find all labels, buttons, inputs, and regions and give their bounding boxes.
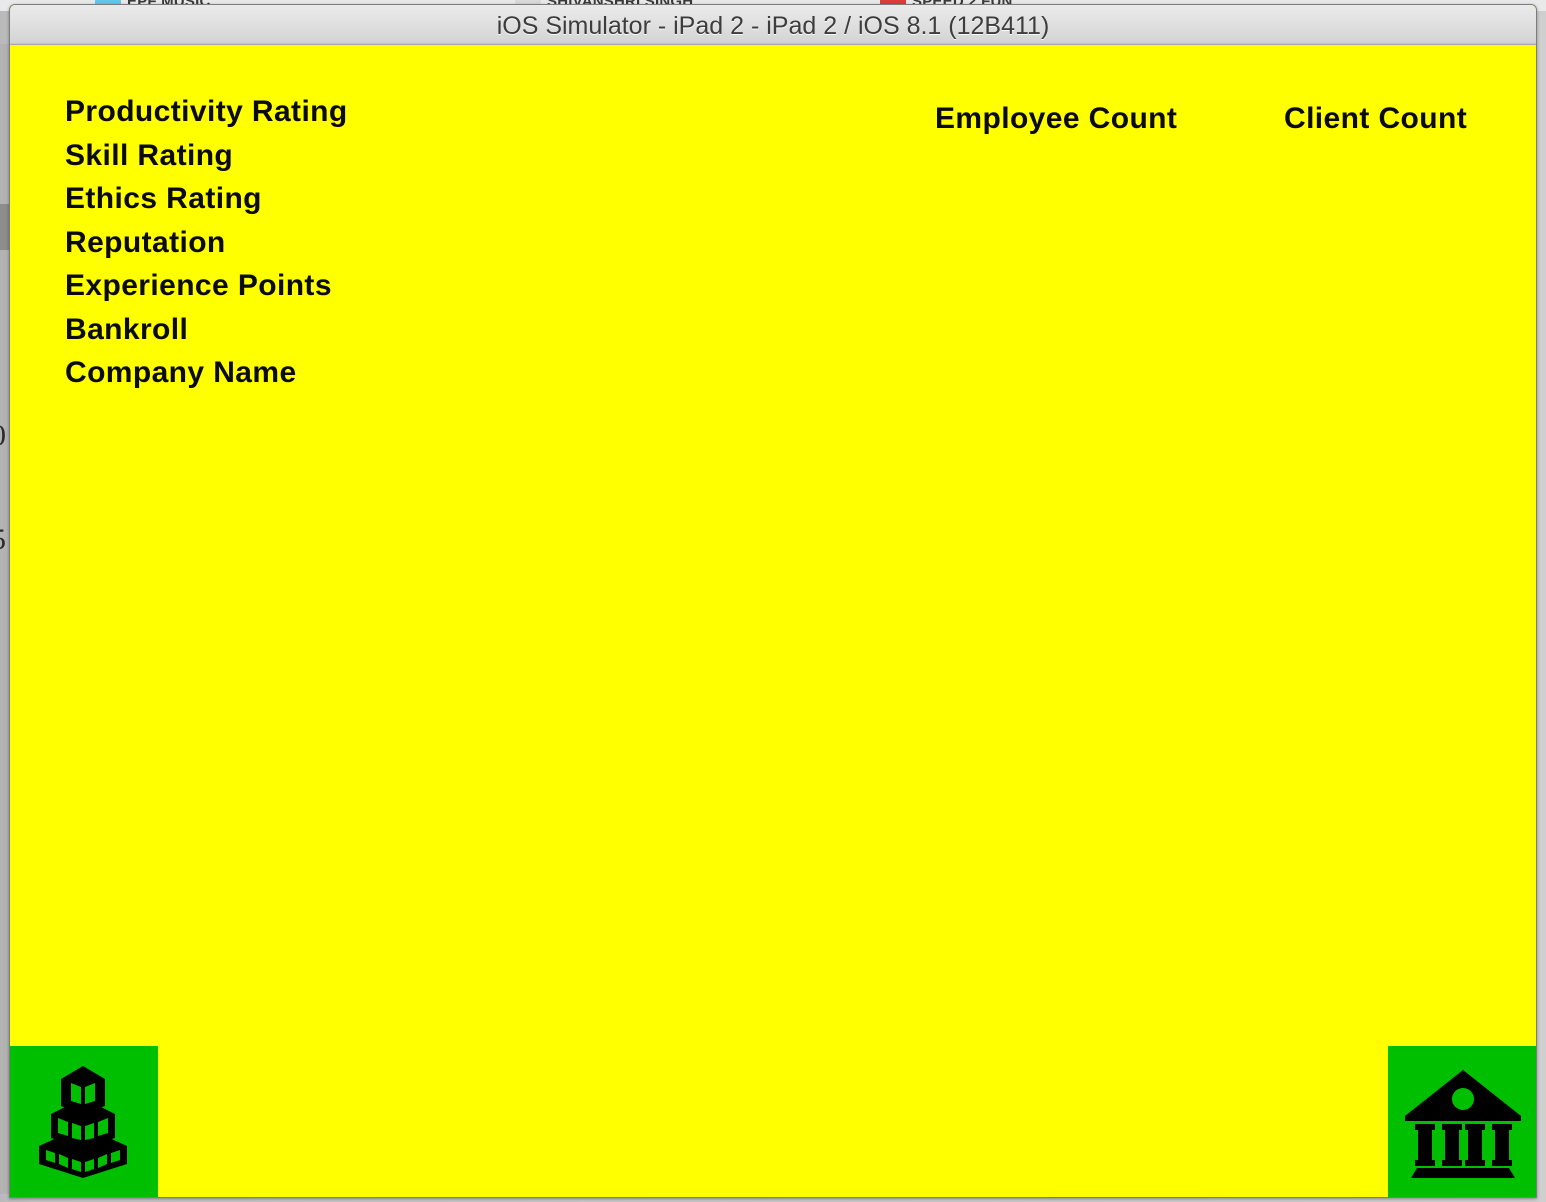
app-canvas: Productivity Rating Skill Rating Ethics … xyxy=(10,45,1536,1197)
stat-label-productivity-rating: Productivity Rating xyxy=(65,95,348,128)
stat-label-company-name: Company Name xyxy=(65,356,297,389)
window-title: iOS Simulator - iPad 2 - iPad 2 / iOS 8.… xyxy=(496,12,1050,40)
background-value-0: 0 xyxy=(0,421,6,451)
skyscraper-icon xyxy=(31,1064,135,1180)
bank-tile-button[interactable] xyxy=(1388,1046,1536,1197)
stat-label-skill-rating: Skill Rating xyxy=(65,138,234,172)
ios-simulator-window: iOS Simulator - iPad 2 - iPad 2 / iOS 8.… xyxy=(9,4,1537,1198)
stat-label-reputation: Reputation xyxy=(65,225,226,259)
stat-label-experience-points: Experience Points xyxy=(65,269,332,302)
stat-label-bankroll: Bankroll xyxy=(65,312,189,346)
column-header-client-count: Client Count xyxy=(1284,102,1468,135)
column-header-employee-count: Employee Count xyxy=(935,102,1178,135)
skyscraper-tile-button[interactable] xyxy=(10,1046,158,1197)
bank-building-icon xyxy=(1403,1066,1523,1178)
stat-label-ethics-rating: Ethics Rating xyxy=(65,182,262,215)
screen-root: EPF MUSIC SHIVANSHRI SINGH SPEED 2 FUN 0… xyxy=(0,0,1546,1202)
window-titlebar[interactable]: iOS Simulator - iPad 2 - iPad 2 / iOS 8.… xyxy=(10,5,1536,45)
stat-label-list: Productivity Rating Skill Rating Ethics … xyxy=(65,90,348,395)
background-value-1: 5 xyxy=(0,525,6,555)
